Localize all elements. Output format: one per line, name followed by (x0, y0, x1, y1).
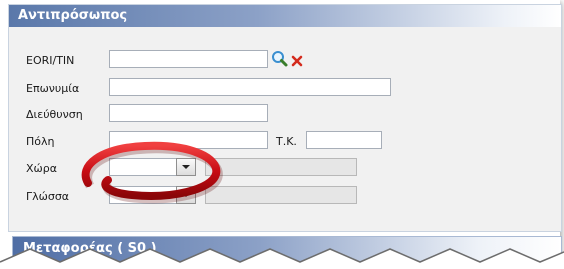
torn-edge (0, 248, 564, 269)
search-icon[interactable] (271, 50, 289, 72)
surname-field[interactable] (109, 78, 391, 96)
postal-code-label: Τ.Κ. (276, 135, 297, 148)
surname-label: Επωνυμία (26, 82, 80, 95)
postal-code-field[interactable] (306, 131, 382, 149)
address-field[interactable] (109, 104, 268, 122)
eori-label: EORI/TIN (26, 54, 75, 67)
city-label: Πόλη (26, 135, 55, 148)
language-label: Γλώσσα (26, 190, 70, 203)
eori-field[interactable] (109, 50, 268, 68)
close-icon[interactable] (291, 52, 303, 71)
country-label: Χώρα (26, 162, 57, 175)
address-label: Διεύθυνση (26, 108, 83, 121)
highlight-ring-annotation (81, 141, 223, 204)
panel-title: Αντιπρόσωπος (9, 5, 561, 27)
